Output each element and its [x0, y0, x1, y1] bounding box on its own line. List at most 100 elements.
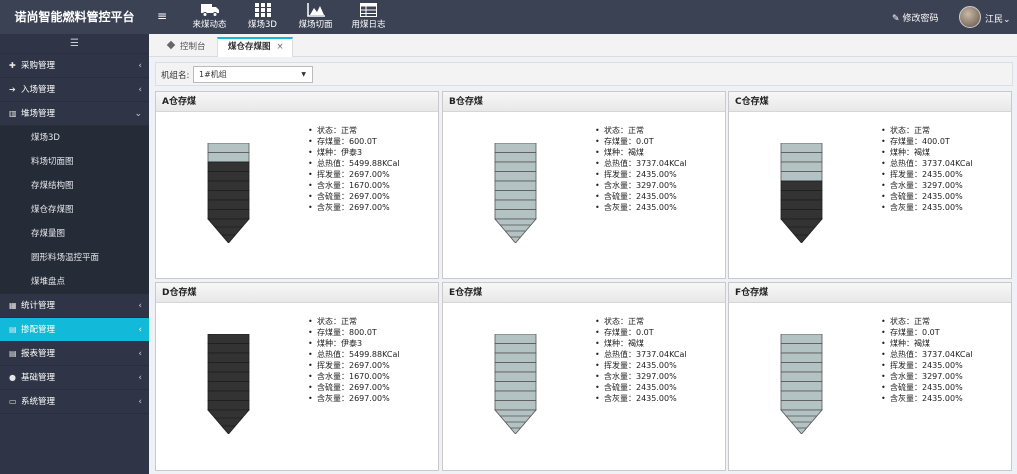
bin-info-value: 3297.00%: [636, 181, 677, 190]
bin-info-label: 含硫量：: [317, 192, 349, 201]
topnav-coal-log[interactable]: 用煤日志: [342, 0, 395, 34]
bin-info-ash: 含灰量：2435.00%: [881, 202, 973, 213]
bin-info-list: 状态：正常存煤量：0.0T煤种：褐煤总热值：3737.04KCal挥发量：243…: [595, 316, 687, 404]
sidebar-item-basic[interactable]: ● 基础管理 ‹: [0, 366, 149, 390]
topnav-coal-arrival[interactable]: 来煤动态: [183, 0, 236, 34]
bin-info-label: 存煤量：: [890, 137, 922, 146]
bin-info-label: 总热值：: [317, 159, 349, 168]
bin-layer: [780, 152, 823, 163]
bin-panel-title: C仓存煤: [729, 92, 1011, 112]
bin-info-moisture: 含水量：3297.00%: [595, 371, 687, 382]
bin-info-label: 含硫量：: [604, 383, 636, 392]
bin-info-label: 含硫量：: [317, 383, 349, 392]
bin-layer: [207, 199, 250, 210]
sidebar-subitem-temperature[interactable]: 圆形料场温控平面: [0, 246, 149, 270]
sidebar-subitem-bin-storage[interactable]: 煤仓存煤图: [0, 198, 149, 222]
sidebar-item-label: 基础管理: [21, 373, 56, 383]
bin-info-value: 正常: [628, 126, 644, 135]
bin-info-coal_type: 煤种：伊泰3: [308, 147, 400, 158]
bin-info-value: 2435.00%: [922, 383, 963, 392]
sidebar-item-reports[interactable]: ▤ 报表管理 ‹: [0, 342, 149, 366]
avatar[interactable]: [959, 6, 981, 28]
bin-panel-body: 状态：正常存煤量：0.0T煤种：褐煤总热值：3737.04KCal挥发量：243…: [729, 303, 1011, 470]
bin-info-heat: 总热值：5499.88KCal: [308, 349, 400, 360]
bin-info-value: 0.0T: [922, 328, 940, 337]
sidebar-item-label: 统计管理: [21, 301, 56, 311]
bin-info-heat: 总热值：3737.04KCal: [595, 349, 687, 360]
tab-bin-storage[interactable]: 煤仓存煤图 ×: [217, 37, 293, 57]
bin-info-label: 含水量：: [317, 372, 349, 381]
bin-info-ash: 含灰量：2435.00%: [881, 393, 973, 404]
bin-layer: [494, 352, 537, 363]
bin-info-value: 正常: [628, 317, 644, 326]
bin-layer: [207, 171, 250, 182]
bin-layer: [207, 343, 250, 354]
bin-info-label: 含水量：: [604, 181, 636, 190]
bin-info-list: 状态：正常存煤量：400.0T煤种：褐煤总热值：3737.04KCal挥发量：2…: [881, 125, 973, 213]
sidebar-item-yard[interactable]: ▥ 堆场管理 ⌄: [0, 102, 149, 126]
topnav-yard-3d[interactable]: 煤场3D: [236, 0, 289, 34]
bin-info-label: 状态：: [890, 317, 914, 326]
sidebar-subitem-structure[interactable]: 存煤结构图: [0, 174, 149, 198]
bin-layer: [494, 334, 537, 344]
bin-layer: [207, 352, 250, 363]
bin-layer: [494, 161, 537, 172]
bin-info-sulfur: 含硫量：2697.00%: [308, 191, 400, 202]
bin-info-label: 含灰量：: [317, 394, 349, 403]
bin-info-list: 状态：正常存煤量：600.0T煤种：伊泰3总热值：5499.88KCal挥发量：…: [308, 125, 400, 213]
bin-panel-b: B仓存煤状态：正常存煤量：0.0T煤种：褐煤总热值：3737.04KCal挥发量…: [442, 91, 726, 279]
bin-layer: [780, 334, 823, 344]
bin-info-label: 含水量：: [890, 181, 922, 190]
bin-info-value: 3737.04KCal: [636, 159, 687, 168]
bin-info-label: 煤种：: [890, 339, 914, 348]
bin-info-value: 1670.00%: [349, 181, 390, 190]
sidebar-subitem-section[interactable]: 料场切面图: [0, 150, 149, 174]
bin-info-value: 3297.00%: [922, 181, 963, 190]
bin-layer: [207, 381, 250, 392]
change-password-link[interactable]: ✎ 修改密码: [892, 11, 939, 24]
bin-info-volatile: 挥发量：2435.00%: [881, 169, 973, 180]
tab-bar: 控制台 煤仓存煤图 ×: [149, 34, 1017, 57]
bin-info-moisture: 含水量：1670.00%: [308, 180, 400, 191]
bin-info-sulfur: 含硫量：2435.00%: [881, 191, 973, 202]
unit-select-value: 1#机组: [199, 70, 227, 79]
topnav-yard-section[interactable]: 煤场切面: [289, 0, 342, 34]
user-menu[interactable]: 江民⌄: [985, 12, 1011, 25]
chevron-left-icon: ‹: [138, 349, 142, 359]
bin-layer: [207, 143, 250, 153]
bin-info-label: 存煤量：: [604, 328, 636, 337]
bin-info-volatile: 挥发量：2435.00%: [595, 360, 687, 371]
bin-info-stock: 存煤量：600.0T: [308, 136, 400, 147]
user-name: 江民: [985, 15, 1004, 25]
sidebar-item-statistics[interactable]: ▦ 统计管理 ‹: [0, 294, 149, 318]
unit-select[interactable]: 1#机组 ▼: [193, 66, 313, 83]
sidebar-item-blending[interactable]: ▤ 掺配管理 ‹: [0, 318, 149, 342]
bin-info-coal_type: 煤种：褐煤: [881, 338, 973, 349]
bin-layer: [494, 152, 537, 163]
chevron-left-icon: ‹: [138, 301, 142, 311]
bin-info-value: 2435.00%: [636, 203, 677, 212]
sidebar-collapse-icon[interactable]: ☰: [0, 34, 149, 54]
bin-layer: [780, 400, 823, 411]
bin-info-value: 2435.00%: [922, 170, 963, 179]
sidebar-subitem-inventory[interactable]: 煤堆盘点: [0, 270, 149, 294]
bin-hopper: [207, 409, 250, 434]
close-icon[interactable]: ×: [277, 42, 284, 52]
sidebar-item-purchase[interactable]: ✚ 采购管理 ‹: [0, 54, 149, 78]
bin-info-label: 挥发量：: [890, 170, 922, 179]
bin-info-coal_type: 煤种：褐煤: [595, 147, 687, 158]
bin-info-value: 3297.00%: [636, 372, 677, 381]
bin-layer: [494, 180, 537, 191]
sidebar-item-system[interactable]: ▭ 系统管理 ‹: [0, 390, 149, 414]
menu-toggle-icon[interactable]: ≡: [157, 9, 169, 23]
tab-console[interactable]: 控制台: [155, 37, 217, 57]
bin-layer: [780, 381, 823, 392]
bin-info-value: 0.0T: [636, 137, 654, 146]
sidebar-subitem-stock[interactable]: 存煤量图: [0, 222, 149, 246]
sidebar-subitem-yard-3d[interactable]: 煤场3D: [0, 126, 149, 150]
bin-info-value: 2435.00%: [636, 383, 677, 392]
sidebar-item-entry[interactable]: ➔ 入场管理 ‹: [0, 78, 149, 102]
filter-bar: 机组名: 1#机组 ▼: [155, 62, 1013, 86]
bin-info-value: 0.0T: [636, 328, 654, 337]
bin-panel-body: 状态：正常存煤量：0.0T煤种：褐煤总热值：3737.04KCal挥发量：243…: [443, 303, 725, 470]
